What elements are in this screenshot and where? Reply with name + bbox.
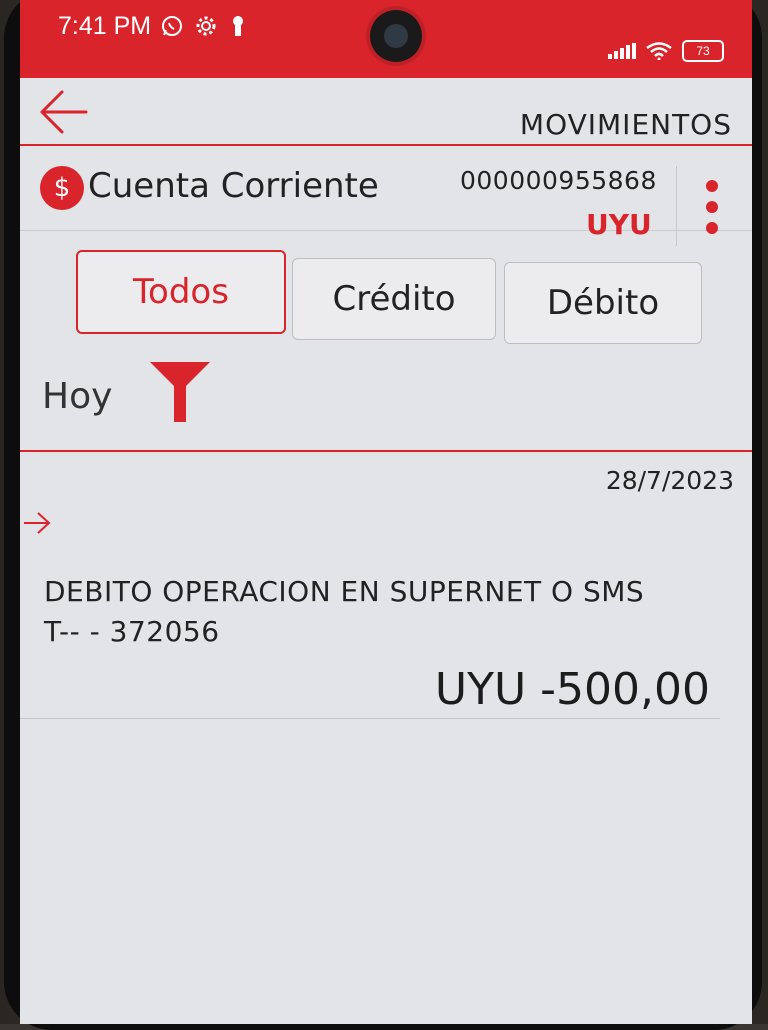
account-divider xyxy=(676,166,677,246)
back-arrow-icon[interactable] xyxy=(36,86,92,138)
battery-icon: 73 xyxy=(682,40,724,62)
account-selector[interactable]: $ Cuenta Corriente 000000955868 UYU xyxy=(20,146,752,246)
whatsapp-icon xyxy=(160,14,184,45)
movement-date: 28/7/2023 xyxy=(605,466,734,495)
tab-todos[interactable]: Todos xyxy=(76,250,286,334)
movement-description: DEBITO OPERACION EN SUPERNET O SMS T-- -… xyxy=(44,572,734,652)
movement-type-tabs: Todos Crédito Débito xyxy=(76,250,716,344)
lock-icon xyxy=(228,14,248,45)
more-options-icon[interactable] xyxy=(702,180,722,240)
movement-amount: UYU -500,00 xyxy=(434,664,710,715)
app-header: MOVIMIENTOS xyxy=(20,78,752,146)
wifi-icon xyxy=(646,42,672,60)
period-row: Hoy xyxy=(20,346,752,452)
status-icons-right: 73 xyxy=(608,40,724,62)
account-number: 000000955868 xyxy=(460,166,657,195)
movement-divider xyxy=(20,718,720,719)
account-name: Cuenta Corriente xyxy=(88,166,379,206)
account-currency: UYU xyxy=(586,208,652,241)
gear-icon xyxy=(194,14,218,45)
tab-credito[interactable]: Crédito xyxy=(292,258,496,340)
status-icons-left xyxy=(160,14,248,45)
movement-description-line2: T-- - 372056 xyxy=(44,615,220,648)
movement-description-line1: DEBITO OPERACION EN SUPERNET O SMS xyxy=(44,575,645,608)
dollar-icon: $ xyxy=(40,166,84,210)
page-title: MOVIMIENTOS xyxy=(519,108,732,141)
front-camera xyxy=(370,10,422,62)
status-bar: 7:41 PM 73 xyxy=(20,0,752,78)
signal-icon xyxy=(608,43,636,59)
filter-icon[interactable] xyxy=(148,358,212,426)
phone-screen: 7:41 PM 73 MOVIMIENTOS $ Cuenta Corrient… xyxy=(20,0,752,1024)
right-arrow-icon xyxy=(24,512,51,534)
period-label: Hoy xyxy=(42,376,113,417)
status-time: 7:41 PM xyxy=(58,12,152,40)
tab-debito[interactable]: Débito xyxy=(504,262,702,344)
